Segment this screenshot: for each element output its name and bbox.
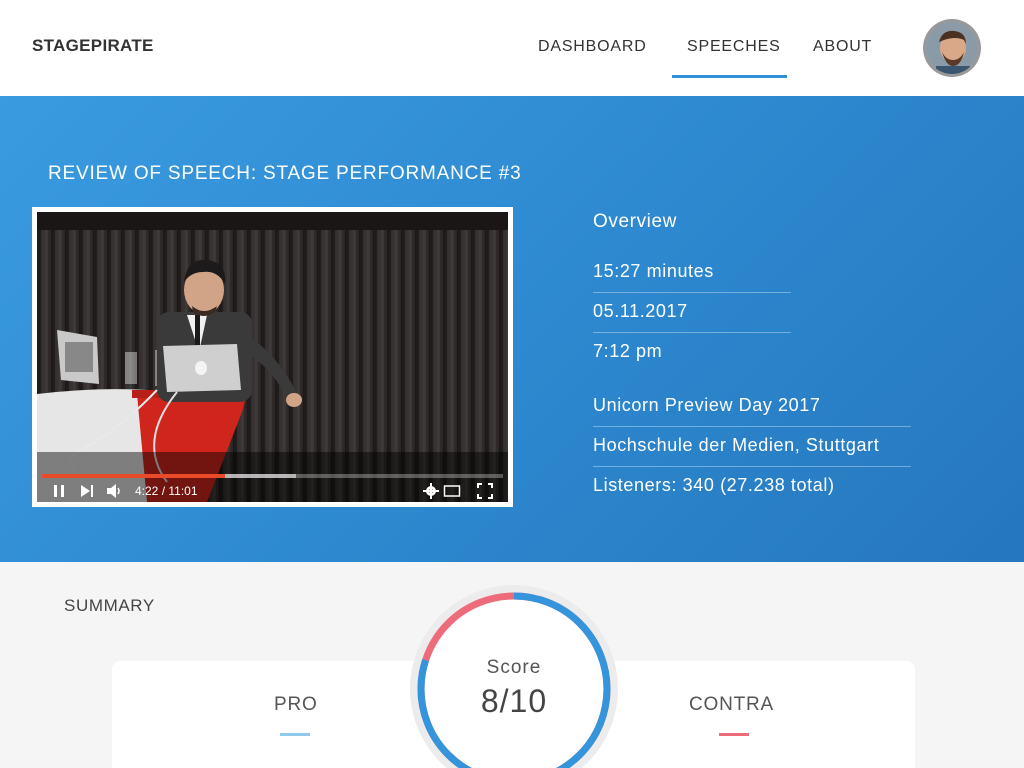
user-avatar-icon <box>926 22 978 74</box>
pro-indicator <box>280 733 310 736</box>
overview-divider <box>593 466 911 467</box>
speech-hero: REVIEW OF SPEECH: STAGE PERFORMANCE #3 4… <box>0 96 1024 562</box>
settings-icon[interactable] <box>423 483 439 502</box>
summary-heading: SUMMARY <box>64 596 155 615</box>
contra-indicator <box>719 733 749 736</box>
nav-active-indicator <box>672 75 787 78</box>
nav-about[interactable]: ABOUT <box>813 38 872 56</box>
theater-icon[interactable] <box>443 483 461 502</box>
overview-divider <box>593 292 791 293</box>
contra-heading: CONTRA <box>689 694 775 715</box>
nav-speeches[interactable]: SPEECHES <box>687 38 781 56</box>
nav-dashboard[interactable]: DASHBOARD <box>538 38 647 56</box>
overview-date: 05.11.2017 <box>593 301 688 321</box>
score-label: Score <box>486 657 542 678</box>
video-controls: 4:22 / 11:01 <box>37 480 508 502</box>
overview-listeners: Listeners: 340 (27.238 total) <box>593 475 835 495</box>
score-value: 8/10 <box>480 683 548 719</box>
overview-event: Unicorn Preview Day 2017 <box>593 395 821 415</box>
next-icon[interactable] <box>79 483 95 502</box>
volume-icon[interactable] <box>105 483 123 502</box>
brand-logo[interactable]: STAGEPIRATE <box>32 36 154 56</box>
video-player[interactable]: 4:22 / 11:01 <box>32 207 513 507</box>
video-thumbnail <box>37 212 508 502</box>
pro-heading: PRO <box>274 694 318 715</box>
fullscreen-icon[interactable] <box>477 483 493 502</box>
overview-title: Overview <box>593 211 677 232</box>
page-title: REVIEW OF SPEECH: STAGE PERFORMANCE #3 <box>48 163 522 184</box>
overview-location: Hochschule der Medien, Stuttgart <box>593 435 880 455</box>
top-header: STAGEPIRATE DASHBOARD SPEECHES ABOUT <box>0 0 1024 96</box>
overview-divider <box>593 332 791 333</box>
video-time: 4:22 / 11:01 <box>135 484 198 498</box>
video-progress-track[interactable] <box>42 474 503 478</box>
pause-icon[interactable] <box>51 483 67 502</box>
overview-divider <box>593 426 911 427</box>
overview-time: 7:12 pm <box>593 341 663 361</box>
overview-duration: 15:27 minutes <box>593 261 714 281</box>
avatar[interactable] <box>923 19 981 77</box>
video-frame[interactable]: 4:22 / 11:01 <box>37 212 508 502</box>
video-progress-bar[interactable] <box>42 474 225 478</box>
